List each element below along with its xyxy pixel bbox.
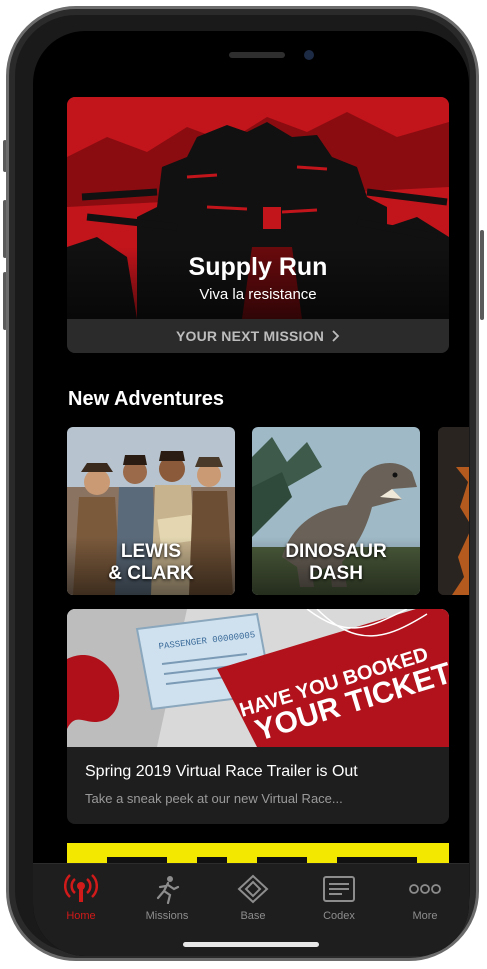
power-button <box>480 230 484 320</box>
tab-label: Missions <box>145 910 189 922</box>
chevron-right-icon <box>332 330 340 342</box>
tab-label: Home <box>66 910 96 922</box>
runner-icon <box>156 876 180 904</box>
phone-frame: Supply Run Viva la resistance YOUR NEXT … <box>6 6 479 961</box>
mission-subtitle: Viva la resistance <box>199 286 317 303</box>
adventure-card-lewis-clark[interactable]: LEWIS & CLARK <box>67 427 235 595</box>
news-description: Take a sneak peek at our new Virtual Rac… <box>85 791 343 806</box>
tab-label: More <box>412 910 438 922</box>
adventure-label: LEWIS & CLARK <box>108 541 194 584</box>
adventure-card-dinosaur-dash[interactable]: DINOSAUR DASH <box>252 427 420 595</box>
speaker-grille <box>229 52 285 58</box>
next-mission-card[interactable]: Supply Run Viva la resistance YOUR NEXT … <box>67 97 449 353</box>
tab-bar: Home Missions Base Codex More <box>33 863 469 956</box>
news-card[interactable]: PASSENGER 00000005 HAVE YOU BOOKED YOUR … <box>67 609 449 824</box>
home-indicator[interactable] <box>183 942 319 947</box>
adventure-label: DINOSAUR DASH <box>285 541 387 584</box>
base-diamond-icon <box>237 874 269 904</box>
codex-box-icon <box>323 876 355 902</box>
next-mission-button[interactable]: YOUR NEXT MISSION <box>67 319 449 353</box>
tab-label: Codex <box>323 910 355 922</box>
more-dots-icon <box>409 884 441 894</box>
mission-title: Supply Run <box>188 253 328 281</box>
next-mission-label: YOUR NEXT MISSION <box>175 328 325 344</box>
radio-signal-icon <box>64 874 98 902</box>
tab-missions[interactable]: Missions <box>129 872 205 928</box>
tab-home[interactable]: Home <box>43 872 119 928</box>
section-title: New Adventures <box>68 388 224 410</box>
tab-base[interactable]: Base <box>215 872 291 928</box>
notch <box>146 31 356 65</box>
peek-illustration <box>438 427 469 595</box>
front-camera <box>304 50 314 60</box>
tab-codex[interactable]: Codex <box>301 872 377 928</box>
app-screen: Supply Run Viva la resistance YOUR NEXT … <box>33 31 469 956</box>
adventure-card-peek[interactable] <box>438 427 469 595</box>
tab-label: Base <box>240 910 266 922</box>
tab-more[interactable]: More <box>387 872 463 928</box>
news-title: Spring 2019 Virtual Race Trailer is Out <box>85 763 358 780</box>
ticket-illustration: PASSENGER 00000005 HAVE YOU BOOKED YOUR … <box>67 609 449 747</box>
